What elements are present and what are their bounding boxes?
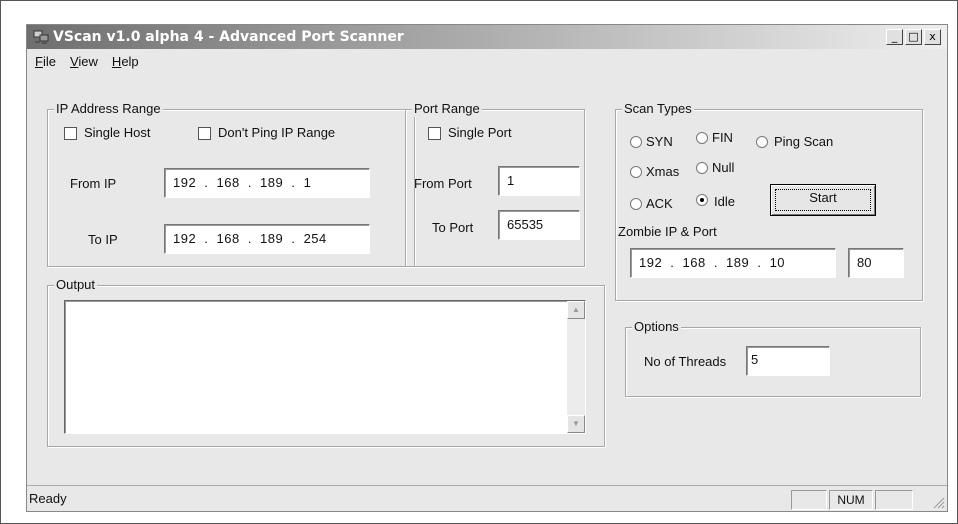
xmas-radio[interactable] xyxy=(630,166,642,178)
start-button[interactable]: Start xyxy=(770,184,876,216)
output-scrollbar[interactable]: ▲ ▼ xyxy=(567,301,585,433)
status-panel-scroll xyxy=(875,490,913,510)
to-port-field[interactable]: 65535 xyxy=(498,210,580,240)
computer-network-icon xyxy=(33,30,49,44)
app-window: VScan v1.0 alpha 4 - Advanced Port Scann… xyxy=(26,24,948,512)
ip-range-group: IP Address Range Single Host Don't Ping … xyxy=(47,101,415,267)
fin-label[interactable]: FIN xyxy=(712,130,733,145)
options-group: Options No of Threads 5 xyxy=(625,319,921,397)
output-group: Output ▲ ▼ xyxy=(47,277,605,447)
syn-label[interactable]: SYN xyxy=(646,134,673,149)
zombie-ip-field[interactable]: 192 . 168 . 189 . 10 xyxy=(630,248,836,278)
menu-file[interactable]: File xyxy=(35,54,56,69)
maximize-button[interactable]: □ xyxy=(905,29,922,45)
single-port-checkbox[interactable] xyxy=(428,127,441,140)
status-panel-num: NUM xyxy=(829,490,873,510)
start-button-label: Start xyxy=(809,190,837,205)
syn-radio[interactable] xyxy=(630,136,642,148)
to-port-label: To Port xyxy=(432,220,474,235)
title-bar[interactable]: VScan v1.0 alpha 4 - Advanced Port Scann… xyxy=(27,25,947,49)
from-ip-field[interactable]: 192 . 168 . 189 . 1 xyxy=(164,168,370,198)
minimize-button[interactable]: _ xyxy=(886,29,903,45)
port-range-legend: Port Range xyxy=(412,101,482,117)
ping-scan-label[interactable]: Ping Scan xyxy=(774,134,833,149)
menu-view[interactable]: View xyxy=(70,54,98,69)
single-host-checkbox[interactable] xyxy=(64,127,77,140)
output-legend: Output xyxy=(54,277,98,293)
menu-bar: File View Help xyxy=(27,51,947,71)
null-radio[interactable] xyxy=(696,162,708,174)
dont-ping-label[interactable]: Don't Ping IP Range xyxy=(218,125,335,140)
ack-radio[interactable] xyxy=(630,198,642,210)
threads-field[interactable]: 5 xyxy=(746,346,830,376)
single-port-label[interactable]: Single Port xyxy=(448,125,512,140)
zombie-label: Zombie IP & Port xyxy=(618,224,717,239)
idle-label[interactable]: Idle xyxy=(714,194,735,209)
scan-types-legend: Scan Types xyxy=(622,101,694,117)
status-text: Ready xyxy=(29,491,67,506)
output-textarea[interactable]: ▲ ▼ xyxy=(64,300,586,434)
from-ip-label: From IP xyxy=(70,176,117,191)
port-range-group: Port Range Single Port From Port 1 To Po… xyxy=(405,101,585,267)
menu-help[interactable]: Help xyxy=(112,54,139,69)
dont-ping-checkbox[interactable] xyxy=(198,127,211,140)
xmas-label[interactable]: Xmas xyxy=(646,164,679,179)
scroll-down-icon[interactable]: ▼ xyxy=(567,415,585,433)
status-bar: Ready NUM xyxy=(27,485,947,511)
idle-radio[interactable] xyxy=(696,194,708,206)
ip-range-legend: IP Address Range xyxy=(54,101,163,117)
ack-label[interactable]: ACK xyxy=(646,196,673,211)
single-host-label[interactable]: Single Host xyxy=(84,125,150,140)
from-port-field[interactable]: 1 xyxy=(498,166,580,196)
to-ip-field[interactable]: 192 . 168 . 189 . 254 xyxy=(164,224,370,254)
window-title: VScan v1.0 alpha 4 - Advanced Port Scann… xyxy=(53,29,404,45)
options-legend: Options xyxy=(632,319,681,335)
zombie-port-field[interactable]: 80 xyxy=(848,248,904,278)
scroll-up-icon[interactable]: ▲ xyxy=(567,301,585,319)
close-button[interactable]: x xyxy=(924,29,941,45)
threads-label: No of Threads xyxy=(644,354,727,369)
null-label[interactable]: Null xyxy=(712,160,734,175)
ping-scan-radio[interactable] xyxy=(756,136,768,148)
scan-types-group: Scan Types SYN FIN Ping Scan Xmas Null A… xyxy=(615,101,923,301)
fin-radio[interactable] xyxy=(696,132,708,144)
from-port-label: From Port xyxy=(414,176,472,191)
status-panel-caps xyxy=(791,490,827,510)
resize-grip-icon[interactable] xyxy=(931,495,945,509)
to-ip-label: To IP xyxy=(88,232,118,247)
